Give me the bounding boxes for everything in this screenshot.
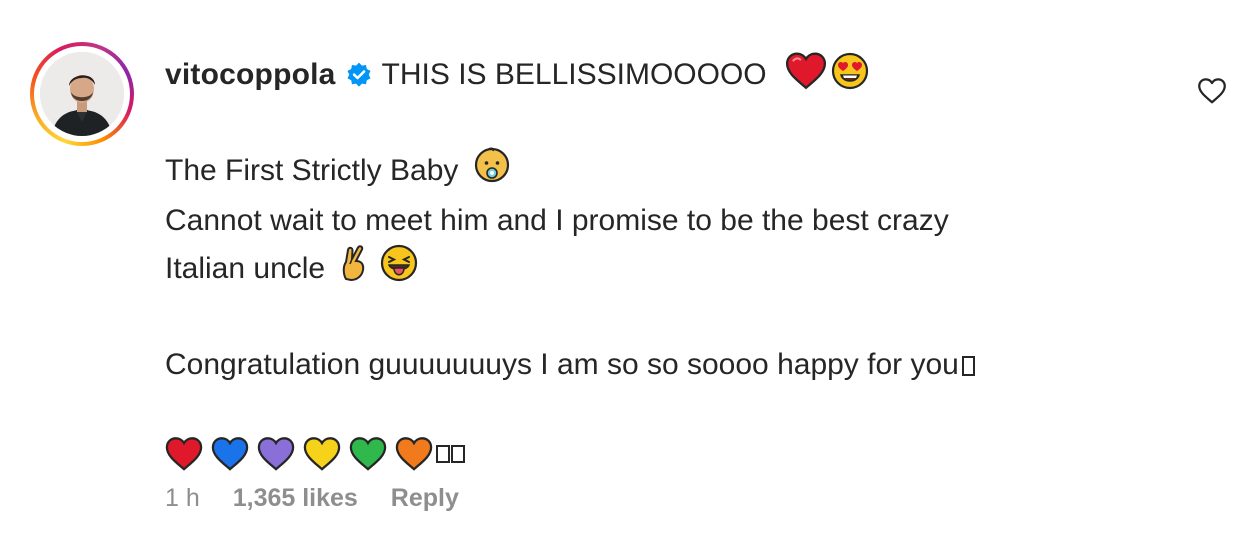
missing-glyph-icon (451, 445, 465, 463)
comment-time[interactable]: 1 h (165, 484, 200, 512)
comment-likes[interactable]: 1,365 likes (233, 484, 358, 512)
red-heart-emoji (165, 437, 203, 471)
green-heart-emoji (349, 437, 387, 471)
verified-badge-icon (346, 62, 372, 88)
comment-headline: THIS IS BELLISSIMOOOOO (381, 58, 767, 91)
heart-eyes-emoji (831, 52, 869, 98)
orange-heart-emoji (395, 437, 433, 471)
avatar[interactable] (40, 52, 124, 136)
comment-text-3: Italian uncle (165, 251, 326, 285)
comment-line-2: Cannot wait to meet him and I promise to… (165, 204, 949, 237)
baby-emoji (473, 146, 511, 198)
purple-heart-emoji (257, 437, 295, 471)
username[interactable]: vitocoppola (165, 58, 336, 92)
comment-line-3: Italian uncle (165, 244, 1165, 296)
yellow-heart-emoji (303, 437, 341, 471)
comment-text-1: The First Strictly Baby (165, 153, 459, 187)
comment-item: vitocoppola THIS IS BELLISSIMOOOOO The F… (0, 0, 1248, 549)
tongue-out-emoji (380, 244, 418, 296)
crossed-fingers-emoji (339, 244, 369, 296)
colored-hearts-row (165, 432, 1165, 476)
red-heart-emoji (785, 52, 827, 98)
missing-glyph-icon (961, 356, 975, 376)
blue-heart-emoji (211, 437, 249, 471)
comment-line-4: Congratulation guuuuuuuys I am so so soo… (165, 342, 1165, 388)
comment-line-1: The First Strictly Baby (165, 146, 1165, 198)
heart-outline-icon[interactable] (1197, 77, 1227, 105)
comment-text-4: Congratulation guuuuuuuys I am so so soo… (165, 348, 959, 381)
comment-body: The First Strictly Baby Cannot wait to m… (165, 146, 1165, 388)
missing-glyph-icon (436, 445, 450, 463)
avatar-story-ring[interactable] (30, 42, 134, 146)
comment-content: vitocoppola THIS IS BELLISSIMOOOOO The F… (165, 52, 1165, 476)
comment-meta: 1 h 1,365 likes Reply (165, 484, 485, 513)
reply-button[interactable]: Reply (391, 484, 459, 512)
comment-first-line: vitocoppola THIS IS BELLISSIMOOOOO (165, 52, 1165, 98)
